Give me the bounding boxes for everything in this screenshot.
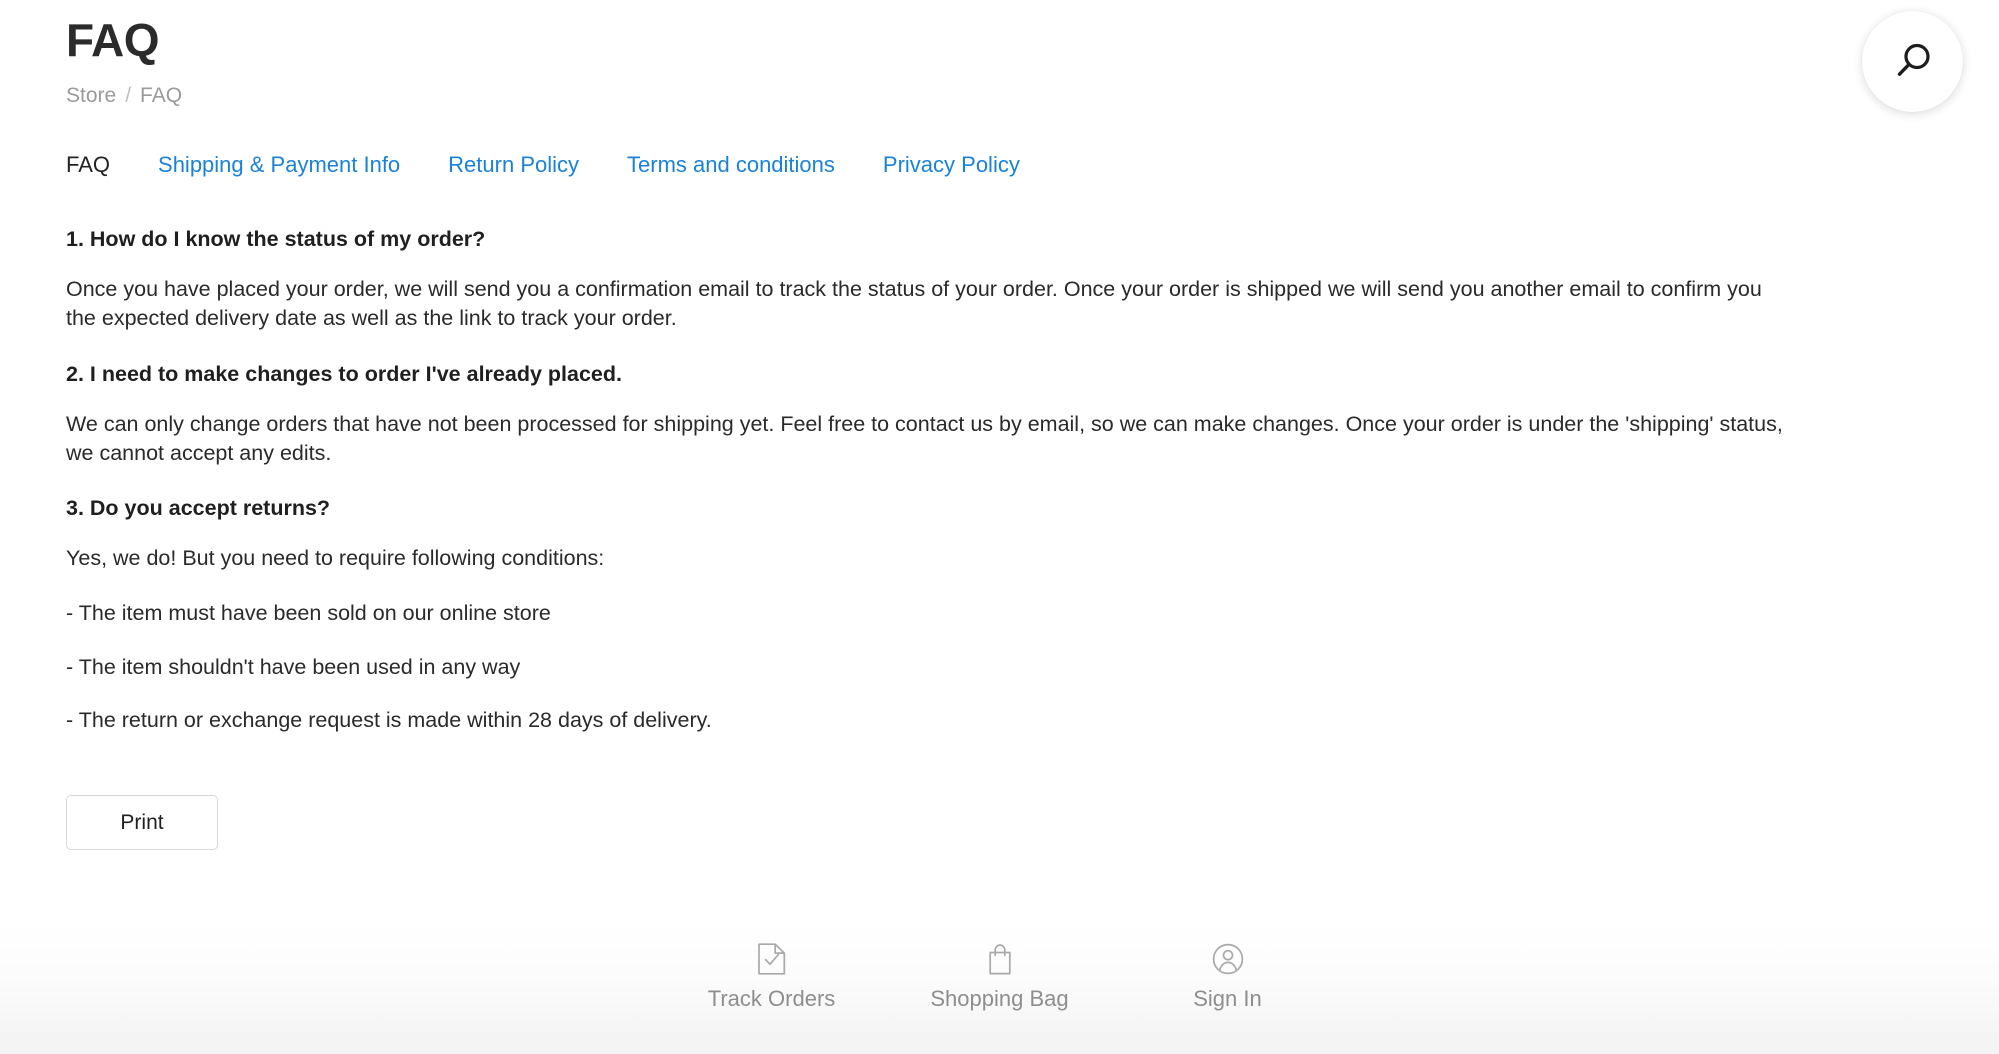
- faq-item: 2. I need to make changes to order I've …: [66, 360, 1856, 468]
- tab-terms-and-conditions[interactable]: Terms and conditions: [627, 152, 835, 178]
- print-button[interactable]: Print: [66, 795, 218, 851]
- breadcrumb-item-current: FAQ: [140, 83, 183, 107]
- bottom-nav-label: Track Orders: [707, 986, 836, 1011]
- search-icon: [1890, 39, 1936, 85]
- bottom-nav-items: Track Orders Shopping Bag Sign In: [658, 942, 1342, 1012]
- faq-answer: Yes, we do! But you need to require foll…: [66, 546, 605, 571]
- bottom-nav-item-shopping-bag[interactable]: Shopping Bag: [886, 942, 1114, 1012]
- bottom-nav-item-sign-in[interactable]: Sign In: [1114, 942, 1342, 1012]
- print-button-container: Print: [66, 795, 1856, 851]
- tab-faq[interactable]: FAQ: [66, 152, 110, 178]
- page-title: FAQ: [66, 14, 160, 66]
- faq-answer: Once you have placed your order, we will…: [66, 277, 1762, 331]
- faq-page: FAQ Store / FAQ FAQ Shipping & Payment Inf…: [0, 0, 1999, 1054]
- bottom-nav-item-track-orders[interactable]: Track Orders: [658, 942, 886, 1012]
- faq-condition-item: - The return or exchange request is made…: [66, 707, 712, 732]
- bottom-navigation-bar: Track Orders Shopping Bag Sign In: [0, 919, 1999, 1054]
- tab-privacy-policy[interactable]: Privacy Policy: [883, 152, 1020, 178]
- document-check-icon: [757, 942, 787, 976]
- search-button[interactable]: [1862, 11, 1963, 112]
- faq-item: 1. How do I know the status of my order?…: [66, 225, 1856, 333]
- content-tabs: FAQ Shipping & Payment Info Return Polic…: [66, 152, 1856, 178]
- breadcrumb-item-store[interactable]: Store: [66, 84, 116, 107]
- tab-shipping-payment-info[interactable]: Shipping & Payment Info: [158, 152, 400, 178]
- shopping-bag-icon: [985, 942, 1015, 976]
- breadcrumb: Store / FAQ: [66, 83, 1856, 108]
- page-content: FAQ Store / FAQ FAQ Shipping & Payment Inf…: [66, 0, 1856, 851]
- faq-condition-item: - The item shouldn't have been used in a…: [66, 654, 521, 679]
- faq-answer: We can only change orders that have not …: [66, 411, 1783, 465]
- faq-condition-item: - The item must have been sold on our on…: [66, 601, 551, 626]
- tab-return-policy[interactable]: Return Policy: [448, 152, 579, 178]
- faq-question: 1. How do I know the status of my order?: [66, 227, 486, 252]
- bottom-nav-label: Shopping Bag: [930, 986, 1069, 1011]
- breadcrumb-separator: /: [125, 83, 132, 107]
- user-circle-icon: [1211, 942, 1245, 976]
- faq-question: 2. I need to make changes to order I've …: [66, 361, 622, 386]
- faq-item: 3. Do you accept returns? Yes, we do! Bu…: [66, 494, 1856, 735]
- faq-list: 1. How do I know the status of my order?…: [66, 225, 1856, 735]
- bottom-nav-label: Sign In: [1193, 986, 1262, 1011]
- faq-question: 3. Do you accept returns?: [66, 496, 331, 521]
